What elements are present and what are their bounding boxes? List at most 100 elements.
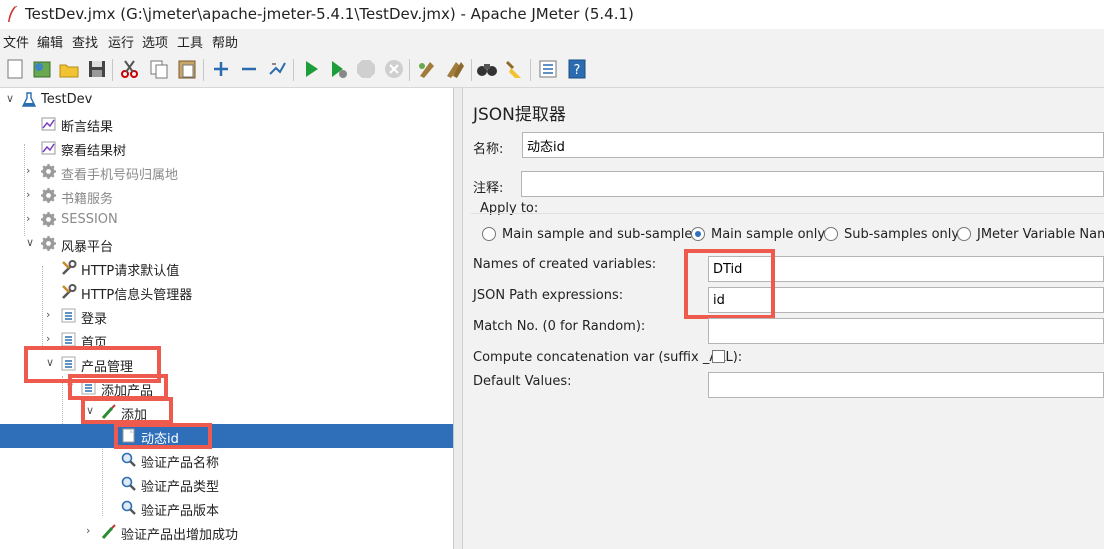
json-path-input[interactable] <box>708 287 1104 313</box>
open-icon[interactable] <box>58 58 80 80</box>
name-label: 名称: <box>473 142 504 157</box>
expand-toggle-icon[interactable]: › <box>46 333 56 344</box>
start-icon[interactable] <box>300 58 322 80</box>
radio-main-only[interactable] <box>691 227 705 241</box>
collapse-toggle-icon[interactable]: ∨ <box>46 357 56 368</box>
radio-sub-only-label: Sub-samples only <box>844 227 960 242</box>
templates-icon[interactable] <box>31 58 53 80</box>
tree-node[interactable]: ∨ 风暴平台 <box>0 232 453 256</box>
collapse-toggle-icon[interactable]: ∨ <box>66 381 76 392</box>
menu-search[interactable]: 查找 <box>72 32 98 51</box>
collapse-toggle-icon[interactable]: ∨ <box>6 93 16 104</box>
default-values-label: Default Values: <box>473 374 572 389</box>
tree-node[interactable]: ∨ 产品管理 <box>0 352 453 376</box>
clear-icon[interactable] <box>416 58 438 80</box>
shutdown-icon[interactable] <box>383 58 405 80</box>
menu-edit[interactable]: 编辑 <box>37 32 63 51</box>
tree-node-label: 查看手机号码归属地 <box>61 168 179 183</box>
splitter[interactable] <box>454 88 463 549</box>
toggle-icon[interactable] <box>266 58 288 80</box>
menu-options[interactable]: 选项 <box>142 32 168 51</box>
extractor-icon <box>122 428 135 443</box>
expand-toggle-icon[interactable]: › <box>86 525 96 536</box>
cut-icon[interactable] <box>119 58 141 80</box>
expand-toggle-icon[interactable]: › <box>46 309 56 320</box>
tree-node-label: 登录 <box>81 312 108 327</box>
tree-node[interactable]: HTTP信息头管理器 <box>0 280 453 304</box>
tree-node[interactable]: 察看结果树 <box>0 136 453 160</box>
magnifier-icon <box>121 476 136 491</box>
tree-node[interactable]: › 书籍服务 <box>0 184 453 208</box>
tree-node-label: 断言结果 <box>61 120 114 135</box>
toolbar-separator <box>409 59 410 81</box>
tree-node[interactable]: 验证产品版本 <box>0 496 453 520</box>
copy-icon[interactable] <box>148 58 170 80</box>
menu-tools[interactable]: 工具 <box>177 32 203 51</box>
radio-sub-only[interactable] <box>824 227 838 241</box>
match-no-label: Match No. (0 for Random): <box>473 319 646 334</box>
tree-node[interactable]: › 验证产品出增加成功 <box>0 520 453 544</box>
collapse-toggle-icon[interactable]: ∨ <box>86 405 96 416</box>
wrench-icon <box>62 260 77 275</box>
expand-toggle-icon[interactable]: › <box>26 189 36 200</box>
search-icon[interactable] <box>476 58 498 80</box>
menu-bar: 文件 编辑 查找 运行 选项 工具 帮助 <box>0 29 1104 51</box>
tree-node[interactable]: ∨ 添加产品 <box>0 376 453 400</box>
tree-node[interactable]: 验证产品名称 <box>0 448 453 472</box>
toolbar-separator <box>293 59 294 81</box>
default-values-input[interactable] <box>708 372 1104 398</box>
tree-node[interactable]: ∨ 添加 <box>0 400 453 424</box>
name-input[interactable] <box>522 132 1104 158</box>
gear-icon <box>41 164 56 179</box>
test-plan-tree[interactable]: ∨ TestDev 断言结果 察看结果树 › 查看手机号码归属地 › 书籍服务 › SESSION… <box>0 88 454 549</box>
menu-help[interactable]: 帮助 <box>212 32 238 51</box>
toolbar: ? <box>0 53 1104 88</box>
paste-icon[interactable] <box>176 58 198 80</box>
match-no-input[interactable] <box>708 318 1104 344</box>
tree-node[interactable]: › 首页 <box>0 328 453 352</box>
radio-main-and-sub[interactable] <box>482 227 496 241</box>
tree-node[interactable]: › 登录 <box>0 304 453 328</box>
tree-node-label: 验证产品版本 <box>141 504 220 519</box>
function-helper-icon[interactable] <box>537 58 559 80</box>
expand-toggle-icon[interactable]: › <box>26 213 36 224</box>
radio-jmeter-variable[interactable] <box>957 227 971 241</box>
toolbar-separator <box>203 59 204 81</box>
tree-node[interactable]: HTTP请求默认值 <box>0 256 453 280</box>
tree-node[interactable]: 动态id <box>0 424 453 448</box>
comment-label: 注释: <box>473 181 504 196</box>
start-no-pause-icon[interactable] <box>327 58 349 80</box>
svg-text:?: ? <box>574 63 581 78</box>
tree-node[interactable]: 断言结果 <box>0 112 453 136</box>
apply-to-group-border <box>471 213 1104 214</box>
radio-main-only-label: Main sample only <box>711 227 826 242</box>
json-extractor-panel: JSON提取器 名称: 注释: Apply to: Main sample an… <box>463 88 1104 549</box>
help-icon[interactable]: ? <box>566 58 588 80</box>
tree-node-label: 添加产品 <box>101 384 154 399</box>
tree-node[interactable]: 验证产品类型 <box>0 472 453 496</box>
tree-node[interactable]: › 查看手机号码归属地 <box>0 160 453 184</box>
collapse-toggle-icon[interactable]: ∨ <box>26 237 36 248</box>
expand-icon[interactable] <box>210 58 232 80</box>
menu-file[interactable]: 文件 <box>3 32 29 51</box>
new-icon[interactable] <box>4 58 26 80</box>
controller-icon <box>81 380 96 395</box>
listener-icon <box>41 141 56 155</box>
expand-toggle-icon[interactable]: › <box>26 165 36 176</box>
sampler-icon <box>101 524 116 540</box>
stop-icon[interactable] <box>355 58 377 80</box>
menu-run[interactable]: 运行 <box>108 32 134 51</box>
sampler-icon <box>101 404 116 420</box>
collapse-icon[interactable] <box>238 58 260 80</box>
clear-all-icon[interactable] <box>444 58 466 80</box>
tree-node[interactable]: › SESSION <box>0 208 453 232</box>
var-names-input[interactable] <box>708 256 1104 282</box>
save-icon[interactable] <box>86 58 108 80</box>
concat-checkbox[interactable] <box>712 350 725 363</box>
title-bar: TestDev.jmx (G:\jmeter\apache-jmeter-5.4… <box>0 0 1104 29</box>
comment-input[interactable] <box>521 171 1104 197</box>
reset-search-icon[interactable] <box>503 58 525 80</box>
tree-node-label: HTTP请求默认值 <box>81 264 180 279</box>
tree-node[interactable]: ∨ TestDev <box>0 88 453 112</box>
tree-node-label: 风暴平台 <box>61 240 114 255</box>
